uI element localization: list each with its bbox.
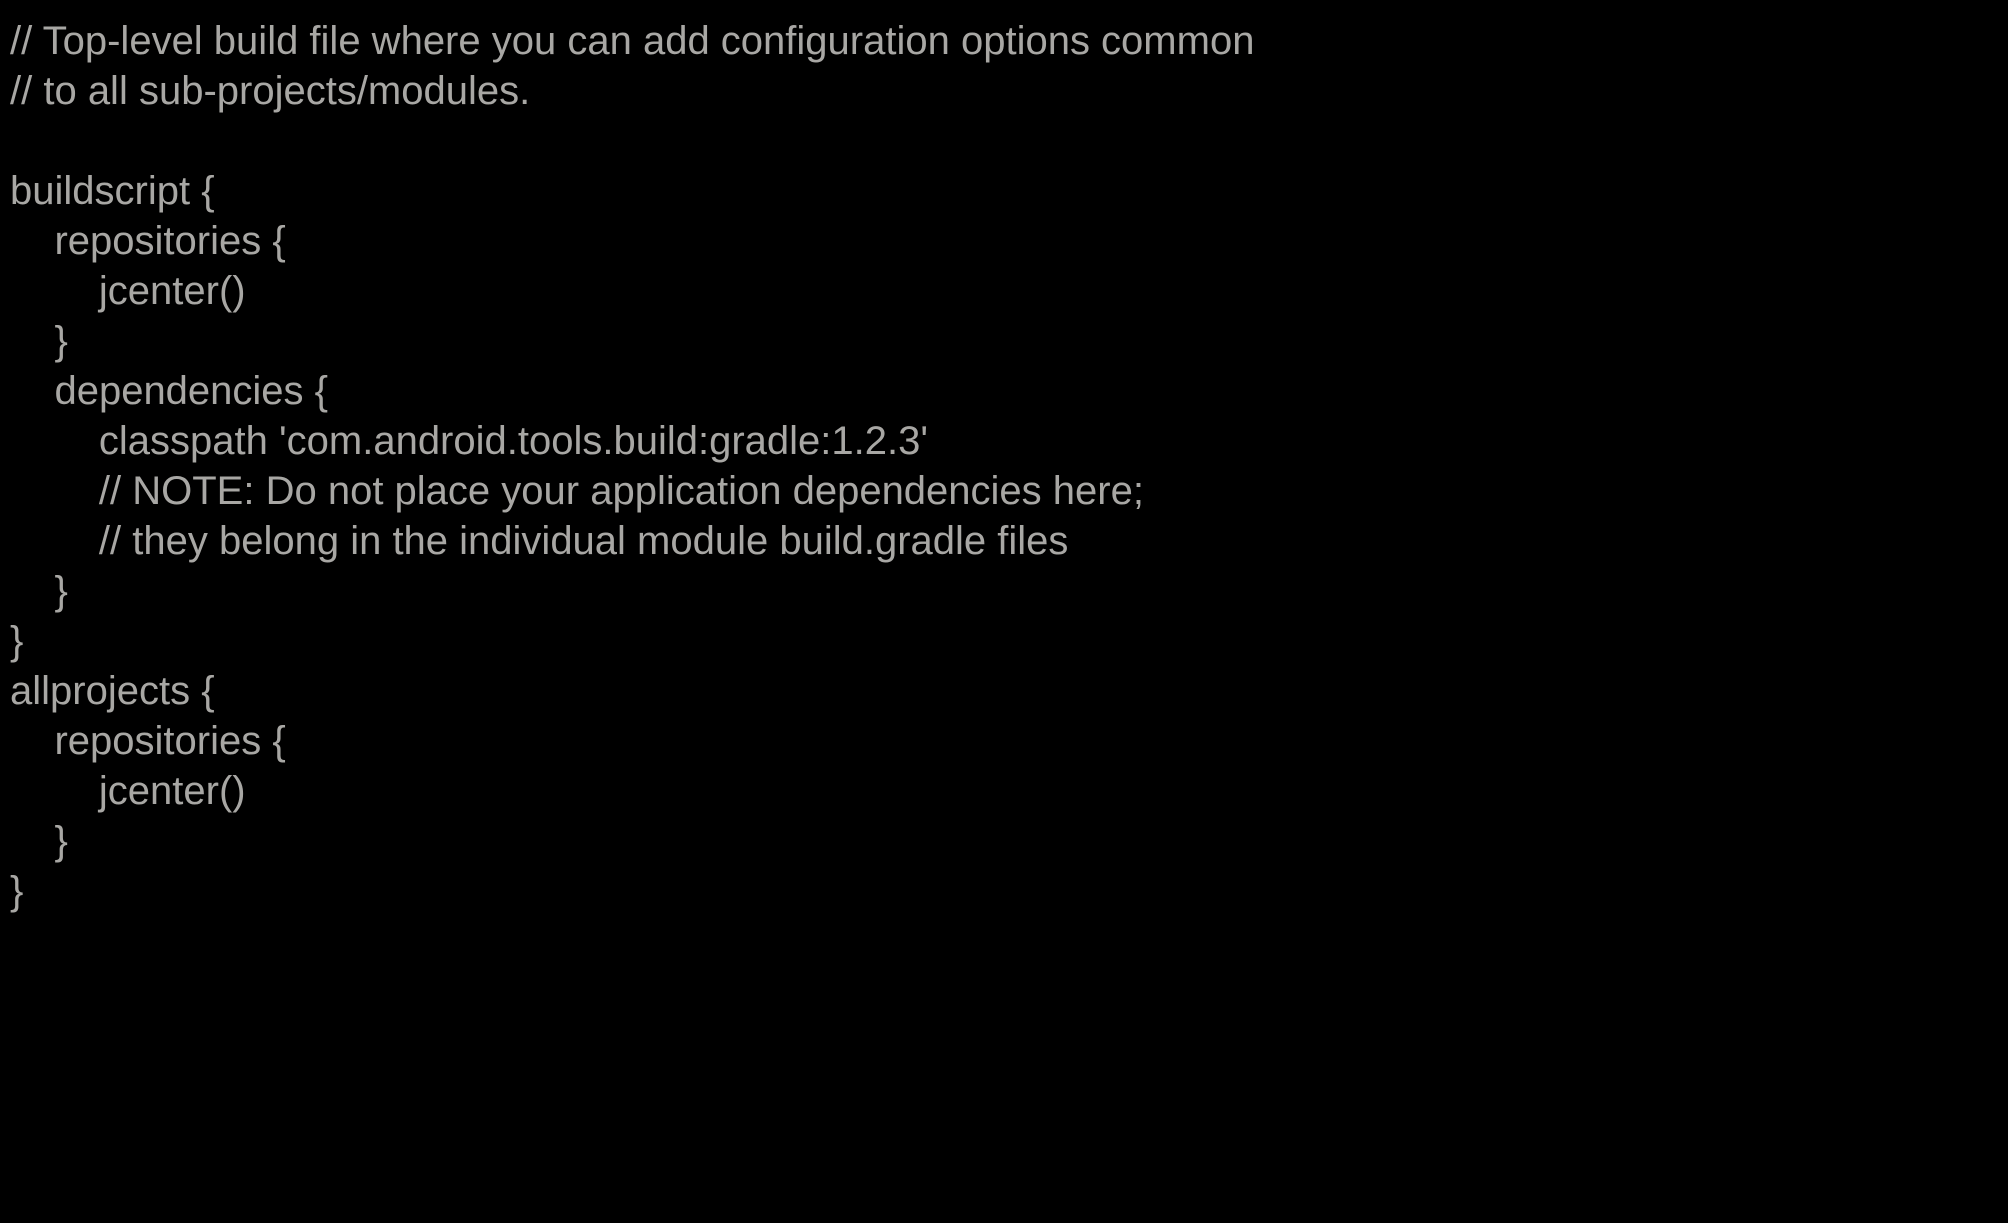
code-block: // Top-level build file where you can ad… [0,0,2008,926]
